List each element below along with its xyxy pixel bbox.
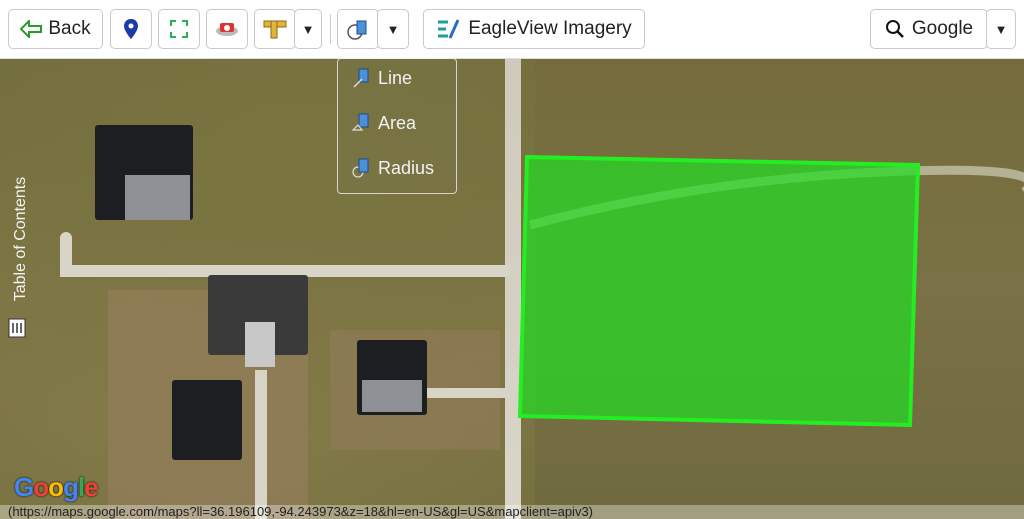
chevron-down-icon: ▼ (301, 21, 315, 37)
map-url-text: (https://maps.google.com/maps?ll=36.1961… (0, 505, 1024, 519)
screenshot-button[interactable] (206, 9, 248, 49)
eagleview-logo-icon (438, 19, 460, 39)
search-icon (885, 20, 904, 38)
menu-item-radius[interactable]: Radius (352, 155, 434, 181)
back-button[interactable]: Back (8, 9, 103, 49)
google-logo-letter: e (84, 472, 99, 502)
google-logo-letter: G (14, 472, 34, 502)
measure-dropdown-button[interactable]: ▼ (377, 9, 409, 49)
fullscreen-button[interactable] (158, 9, 200, 49)
search-provider-label: Google (911, 18, 974, 39)
menu-item-area-label: Area (378, 112, 417, 133)
google-logo-letter: g (63, 472, 79, 502)
search-provider-dropdown[interactable]: ▼ (986, 9, 1016, 49)
eagleview-button[interactable]: EagleView Imagery (423, 9, 645, 49)
toc-icon (8, 318, 26, 338)
ruler-icon (263, 20, 287, 39)
measure-icon (347, 20, 367, 40)
google-logo-text: Google (14, 472, 99, 502)
menu-item-radius-label: Radius (378, 157, 435, 178)
location-button[interactable] (110, 9, 152, 49)
area-polygon[interactable] (0, 0, 1024, 519)
measure-menu: Line Area Radius (337, 58, 457, 194)
ruler-button[interactable] (254, 9, 296, 49)
ruler-dropdown-button[interactable]: ▼ (294, 9, 322, 49)
google-logo-letter: o (33, 472, 49, 502)
back-label: Back (48, 18, 91, 39)
toolbar: Back ▼ ▼ EagleView Imagery Google ▼ (0, 0, 1024, 59)
google-logo-letter: o (48, 472, 64, 502)
menu-item-area[interactable]: Area (352, 110, 416, 136)
back-arrow-icon (20, 20, 43, 38)
toc-label: Table of Contents (12, 176, 29, 302)
chevron-down-icon: ▼ (386, 21, 400, 37)
location-pin-icon (124, 19, 138, 39)
measure-button[interactable] (337, 9, 379, 49)
line-measure-icon (353, 68, 369, 88)
menu-item-line-label: Line (378, 67, 413, 88)
radius-measure-icon (352, 158, 369, 178)
table-of-contents-tab[interactable]: Table of Contents (6, 160, 29, 340)
map-view[interactable] (0, 0, 1024, 519)
area-measure-icon (352, 113, 369, 131)
google-logo: Google (14, 472, 99, 503)
toolbar-divider (330, 14, 331, 44)
eagleview-label: EagleView Imagery (468, 18, 632, 39)
menu-item-line[interactable]: Line (352, 65, 412, 91)
fullscreen-icon (170, 20, 188, 38)
search-provider-button[interactable]: Google (870, 9, 988, 49)
screenshot-icon (216, 23, 238, 36)
chevron-down-icon: ▼ (994, 21, 1008, 37)
